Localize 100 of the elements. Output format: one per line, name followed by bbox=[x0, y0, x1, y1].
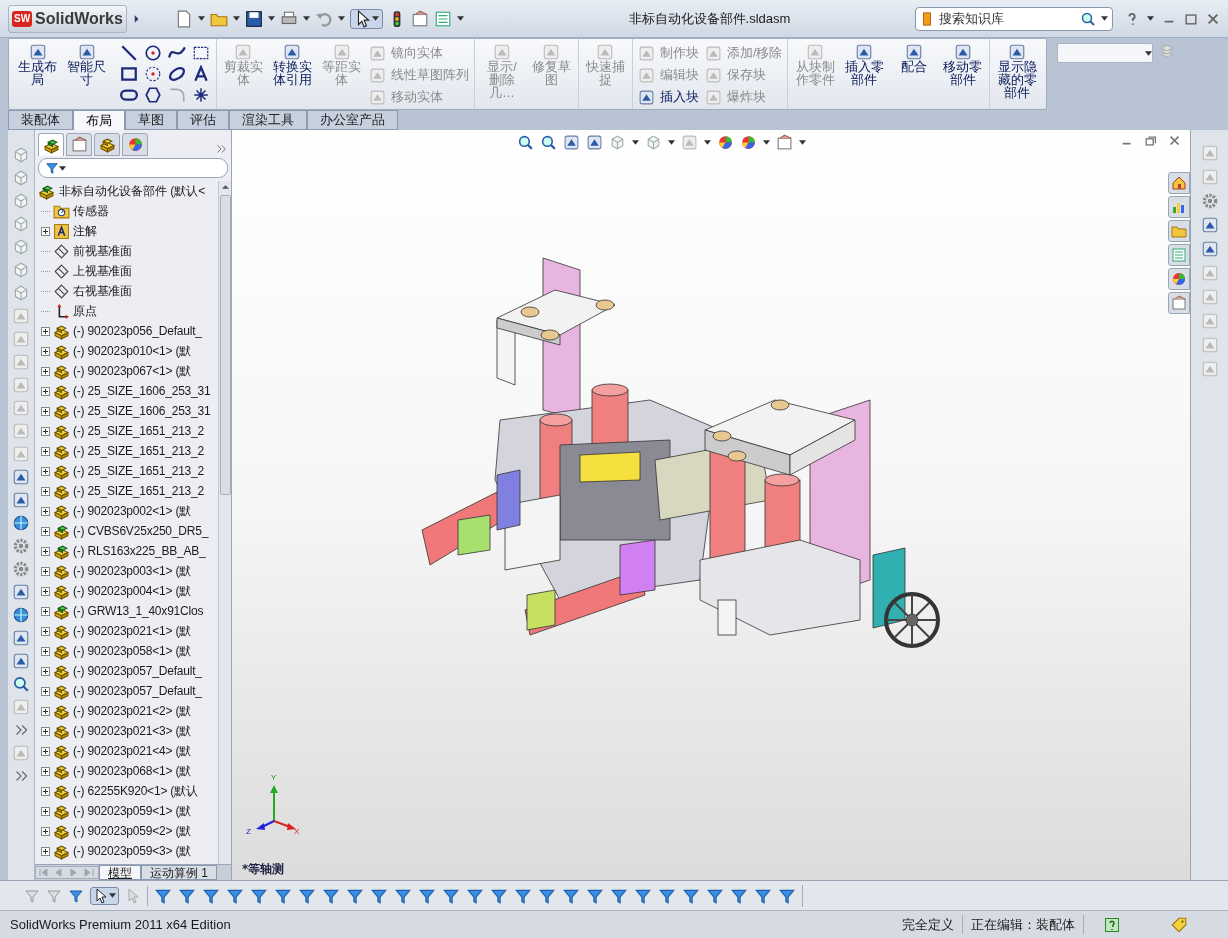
solidworks-logo[interactable]: SW SolidWorks bbox=[8, 4, 127, 33]
tree-item[interactable]: (-) 62255K920<1> (默认 bbox=[73, 782, 198, 800]
tree-item[interactable]: (-) 25_SIZE_1606_253_31 bbox=[73, 402, 211, 420]
command-tab[interactable]: 布局 bbox=[73, 110, 125, 130]
line-icon[interactable] bbox=[119, 44, 138, 62]
filter-icon[interactable] bbox=[68, 887, 84, 904]
expand-icon[interactable] bbox=[41, 626, 50, 636]
tree-item[interactable]: (-) 902023p004<1> (默 bbox=[73, 582, 192, 600]
save-icon[interactable] bbox=[244, 9, 263, 28]
caret-icon[interactable] bbox=[703, 139, 711, 145]
ribbon-button[interactable]: 智能尺寸 bbox=[63, 41, 111, 87]
caret-icon[interactable] bbox=[456, 16, 464, 21]
tree-item[interactable]: (-) 25_SIZE_1651_213_2 bbox=[73, 422, 205, 440]
caret-icon[interactable] bbox=[302, 16, 310, 21]
tree-item[interactable]: (-) 902023p021<3> (默 bbox=[73, 722, 192, 740]
scrollbar[interactable] bbox=[218, 181, 231, 864]
tree-item[interactable]: (-) 902023p059<1> (默 bbox=[73, 802, 192, 820]
tool-icon[interactable] bbox=[1200, 240, 1219, 258]
expand-icon[interactable] bbox=[41, 846, 50, 856]
expand-icon[interactable] bbox=[41, 786, 50, 796]
arc-icon[interactable] bbox=[143, 65, 162, 83]
expand-icon[interactable] bbox=[41, 366, 50, 376]
caret-icon[interactable] bbox=[667, 139, 675, 145]
tree-item[interactable]: (-) 902023p003<1> (默 bbox=[73, 562, 192, 580]
globe-icon[interactable] bbox=[12, 514, 30, 532]
expand-icon[interactable] bbox=[41, 706, 50, 716]
tree-item[interactable]: (-) 902023p056_Default_ bbox=[73, 322, 202, 340]
task-pane-tab[interactable] bbox=[1168, 292, 1190, 314]
zoom-to-fit-icon[interactable] bbox=[516, 133, 534, 151]
tree-item[interactable]: (-) GRW13_1_40x91Clos bbox=[73, 602, 204, 620]
expand-icon[interactable] bbox=[41, 226, 50, 236]
command-tab[interactable]: 渲染工具 bbox=[229, 110, 307, 130]
tree-item[interactable]: (-) CVBS6V25x250_DR5_ bbox=[73, 522, 209, 540]
ribbon-button[interactable]: 配合 bbox=[890, 41, 938, 74]
tree-item[interactable]: (-) 902023p059<3> (默 bbox=[73, 842, 192, 860]
tree-item[interactable]: (-) RLS163x225_BB_AB_ bbox=[73, 542, 206, 560]
caret-icon[interactable] bbox=[232, 16, 240, 21]
tree-item[interactable]: (-) 902023p010<1> (默 bbox=[73, 342, 192, 360]
search-field[interactable]: 搜索知识库 bbox=[915, 6, 1113, 31]
caret-icon[interactable] bbox=[798, 139, 806, 145]
expand-icon[interactable] bbox=[41, 526, 50, 536]
point-icon[interactable] bbox=[191, 86, 210, 104]
zoom-area-icon[interactable] bbox=[539, 133, 557, 151]
expand-icon[interactable] bbox=[41, 346, 50, 356]
command-tab[interactable]: 评估 bbox=[177, 110, 229, 130]
expand-icon[interactable] bbox=[41, 506, 50, 516]
checklist-icon[interactable] bbox=[433, 9, 452, 28]
tree-item[interactable]: (-) 902023p067<1> (默 bbox=[73, 362, 192, 380]
tool-icon[interactable] bbox=[12, 652, 30, 670]
appearance-tab[interactable] bbox=[122, 133, 148, 156]
expand-icon[interactable] bbox=[41, 566, 50, 576]
ribbon-button[interactable]: 转换实体引用 bbox=[268, 41, 316, 87]
expand-icon[interactable] bbox=[41, 426, 50, 436]
ribbon-button[interactable]: 生成布局 bbox=[14, 41, 62, 87]
task-pane-tab[interactable] bbox=[1168, 172, 1190, 194]
tree-item[interactable]: 传感器 bbox=[73, 202, 109, 220]
rectangle-dashed-icon[interactable] bbox=[191, 44, 210, 62]
options-icon[interactable] bbox=[410, 9, 429, 28]
model-tab[interactable]: 运动算例 1 bbox=[141, 865, 217, 880]
task-pane-tab[interactable] bbox=[1168, 196, 1190, 218]
help-icon[interactable] bbox=[1104, 916, 1120, 933]
tool-icon[interactable] bbox=[1200, 216, 1219, 234]
select-button[interactable] bbox=[90, 886, 119, 905]
tag-icon[interactable] bbox=[1170, 915, 1188, 934]
gear-icon[interactable] bbox=[12, 537, 30, 555]
tree-item[interactable]: (-) 25_SIZE_1606_253_31 bbox=[73, 382, 211, 400]
tree-item[interactable]: (-) 902023p021<1> (默 bbox=[73, 622, 192, 640]
tree-item[interactable]: (-) 902023p021<2> (默 bbox=[73, 702, 192, 720]
tree-item[interactable]: 前视基准面 bbox=[73, 242, 132, 260]
search-input[interactable]: 搜索知识库 bbox=[939, 8, 1075, 29]
configuration-tab[interactable] bbox=[94, 133, 120, 156]
caret-icon[interactable] bbox=[267, 16, 275, 21]
caret-icon[interactable] bbox=[337, 16, 345, 21]
gear-icon[interactable] bbox=[12, 560, 30, 578]
expand-icon[interactable] bbox=[41, 446, 50, 456]
task-pane-tab[interactable] bbox=[1168, 268, 1190, 290]
ellipse-icon[interactable] bbox=[167, 65, 186, 83]
tree-item[interactable]: 注解 bbox=[73, 222, 97, 240]
caret-icon[interactable] bbox=[197, 16, 205, 21]
tree-item[interactable]: 原点 bbox=[73, 302, 97, 320]
circle-icon[interactable] bbox=[143, 44, 162, 62]
expand-icon[interactable] bbox=[41, 746, 50, 756]
search-icon[interactable] bbox=[12, 675, 30, 693]
expand-icon[interactable] bbox=[41, 766, 50, 776]
expand-icon[interactable] bbox=[41, 686, 50, 696]
tree-item[interactable]: (-) 902023p068<1> (默 bbox=[73, 762, 192, 780]
tree-item[interactable]: (-) 902023p059<2> (默 bbox=[73, 822, 192, 840]
tree-item[interactable]: (-) 25_SIZE_1651_213_2 bbox=[73, 462, 205, 480]
tree-item[interactable]: 非标自动化设备部件 (默认< bbox=[59, 182, 206, 200]
expand-icon[interactable] bbox=[41, 466, 50, 476]
expand-icon[interactable] bbox=[41, 326, 50, 336]
close-icon[interactable] bbox=[1168, 134, 1182, 148]
select-button[interactable] bbox=[349, 8, 383, 29]
tree-item[interactable]: (-) 902023p021<4> (默 bbox=[73, 742, 192, 760]
expand-icon[interactable] bbox=[41, 666, 50, 676]
expand-icon[interactable] bbox=[41, 486, 50, 496]
expand-icon[interactable] bbox=[41, 546, 50, 556]
polygon-icon[interactable] bbox=[143, 86, 162, 104]
expand-icon[interactable] bbox=[41, 406, 50, 416]
scroll-thumb[interactable] bbox=[219, 195, 231, 495]
